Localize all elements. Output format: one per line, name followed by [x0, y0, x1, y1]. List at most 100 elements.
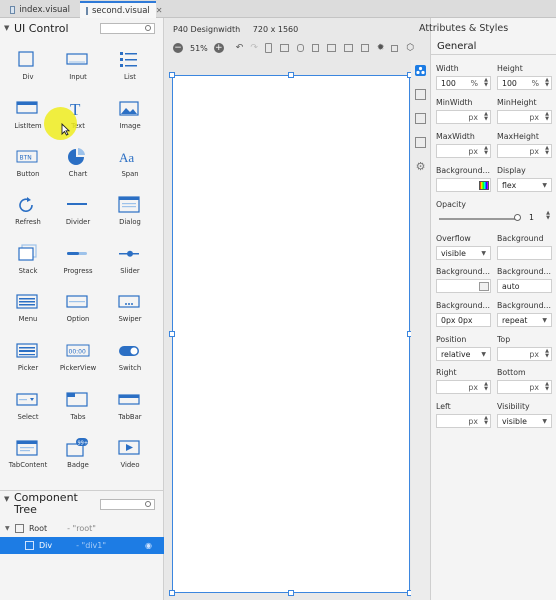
- car-icon[interactable]: [311, 44, 319, 52]
- resize-handle[interactable]: [169, 72, 175, 78]
- width-input[interactable]: 100 % ▲ ▼: [436, 76, 491, 90]
- collapse-icon[interactable]: ▼: [5, 525, 15, 532]
- image-picker-icon[interactable]: [479, 282, 489, 291]
- spinner-icon[interactable]: ▲ ▼: [545, 349, 549, 359]
- spinner-icon[interactable]: ▲ ▼: [545, 78, 549, 88]
- opacity-slider-handle[interactable]: [514, 214, 521, 221]
- spinner-icon[interactable]: ▲ ▼: [484, 112, 488, 122]
- control-slider[interactable]: Slider: [107, 240, 153, 286]
- control-pickerview[interactable]: 00:00 PickerView: [55, 337, 101, 383]
- control-badge[interactable]: 99+ Badge: [55, 434, 101, 480]
- tablet-icon[interactable]: [279, 44, 289, 52]
- resize-handle[interactable]: [169, 331, 175, 337]
- tree-node-root[interactable]: ▼ Root - "root": [0, 520, 164, 537]
- spinner-icon[interactable]: ▲ ▼: [545, 382, 549, 392]
- multi-device-icon[interactable]: [326, 44, 336, 52]
- control-span[interactable]: Aa Span: [107, 143, 153, 189]
- tab-index-visual[interactable]: index.visual: [4, 1, 76, 18]
- opacity-label: Opacity: [436, 200, 466, 209]
- left-input[interactable]: px ▲ ▼: [436, 414, 491, 428]
- attributes-title: Attributes & Styles: [419, 23, 509, 34]
- control-picker[interactable]: Picker: [5, 337, 51, 383]
- collapse-icon[interactable]: ▼: [4, 495, 14, 503]
- control-chart[interactable]: Chart: [55, 143, 101, 189]
- maxwidth-input[interactable]: px ▲ ▼: [436, 144, 491, 158]
- control-divider[interactable]: Divider: [55, 191, 101, 237]
- control-switch[interactable]: Switch: [107, 337, 153, 383]
- phone-icon[interactable]: [264, 43, 272, 53]
- resize-handle[interactable]: [288, 590, 294, 596]
- color-picker-icon[interactable]: [479, 181, 489, 190]
- tree-node-div[interactable]: Div - "div1" ◉: [0, 537, 164, 554]
- minheight-input[interactable]: px ▲ ▼: [497, 110, 552, 124]
- styles-panel-icon[interactable]: [415, 137, 426, 148]
- zoom-in-icon[interactable]: +: [213, 43, 224, 53]
- control-input[interactable]: Input: [55, 46, 101, 92]
- right-input[interactable]: px ▲ ▼: [436, 380, 491, 394]
- eye-icon[interactable]: ◉: [145, 541, 152, 550]
- component-tree-search-input[interactable]: [100, 499, 155, 510]
- grid-icon[interactable]: [391, 44, 399, 52]
- close-icon[interactable]: ✕: [156, 6, 163, 15]
- height-input[interactable]: 100 % ▲ ▼: [497, 76, 552, 90]
- control-dialog[interactable]: Dialog: [107, 191, 153, 237]
- background-color-input[interactable]: [436, 178, 491, 192]
- spinner-icon[interactable]: ▲ ▼: [484, 146, 488, 156]
- spinner-icon[interactable]: ▲ ▼: [545, 146, 549, 156]
- theme-icon[interactable]: ✹: [377, 43, 385, 53]
- spinner-icon[interactable]: ▲ ▼: [484, 78, 488, 88]
- ui-control-search-input[interactable]: [100, 23, 155, 34]
- control-swiper[interactable]: Swiper: [107, 288, 153, 334]
- settings-gear-icon[interactable]: ⚙: [415, 161, 426, 172]
- events-panel-icon[interactable]: [415, 113, 426, 124]
- control-tabbar[interactable]: TabBar: [107, 386, 153, 432]
- zoom-out-icon[interactable]: −: [173, 43, 183, 53]
- control-div[interactable]: Div: [5, 46, 51, 92]
- control-stack[interactable]: Stack: [5, 240, 51, 286]
- bottom-input[interactable]: px ▲ ▼: [497, 380, 552, 394]
- control-select[interactable]: Select: [5, 386, 51, 432]
- background-image-input[interactable]: [436, 279, 491, 293]
- resize-handle[interactable]: [169, 590, 175, 596]
- tv-icon[interactable]: [343, 44, 353, 52]
- background-repeat-select[interactable]: repeat ▼: [497, 313, 552, 327]
- 3d-view-icon[interactable]: ⬡: [406, 43, 414, 53]
- display-select[interactable]: flex ▼: [497, 178, 552, 192]
- control-list[interactable]: List: [107, 46, 153, 92]
- control-image[interactable]: Image: [107, 95, 153, 141]
- control-video[interactable]: Video: [107, 434, 153, 480]
- opacity-input[interactable]: 1 ▲ ▼: [525, 210, 552, 224]
- undo-icon[interactable]: ↶: [236, 43, 244, 53]
- artboard-div1[interactable]: [172, 75, 410, 593]
- tab-second-visual[interactable]: second.visual ✕: [80, 1, 163, 18]
- visibility-select[interactable]: visible ▼: [497, 414, 552, 428]
- control-tabcontent[interactable]: TabContent: [5, 434, 51, 480]
- top-input[interactable]: px ▲ ▼: [497, 347, 552, 361]
- resize-handle[interactable]: [288, 72, 294, 78]
- control-option[interactable]: Option: [55, 288, 101, 334]
- spinner-icon[interactable]: ▲ ▼: [484, 416, 488, 426]
- overflow-select[interactable]: visible ▼: [436, 246, 491, 260]
- watch-icon[interactable]: [296, 44, 304, 52]
- minwidth-input[interactable]: px ▲ ▼: [436, 110, 491, 124]
- redo-icon[interactable]: ↷: [250, 43, 258, 53]
- position-select[interactable]: relative ▼: [436, 347, 491, 361]
- minwidth-unit: px: [468, 112, 478, 122]
- control-refresh[interactable]: Refresh: [5, 191, 51, 237]
- background-input[interactable]: [497, 246, 552, 260]
- attributes-panel-icon[interactable]: [415, 65, 426, 76]
- maxheight-input[interactable]: px ▲ ▼: [497, 144, 552, 158]
- control-button[interactable]: BTN Button: [5, 143, 51, 189]
- opacity-slider-track[interactable]: [439, 218, 515, 220]
- background-size-input[interactable]: auto: [497, 279, 552, 293]
- frame-icon[interactable]: [360, 44, 369, 52]
- spinner-icon[interactable]: ▲ ▼: [484, 382, 488, 392]
- spinner-icon[interactable]: ▲ ▼: [545, 112, 549, 122]
- control-progress[interactable]: Progress: [55, 240, 101, 286]
- background-position-input[interactable]: 0px 0px: [436, 313, 491, 327]
- control-menu[interactable]: Menu: [5, 288, 51, 334]
- spinner-icon[interactable]: ▲ ▼: [546, 211, 550, 221]
- layout-panel-icon[interactable]: [415, 89, 426, 100]
- control-tabs[interactable]: Tabs: [55, 386, 101, 432]
- collapse-icon[interactable]: ▼: [4, 24, 14, 32]
